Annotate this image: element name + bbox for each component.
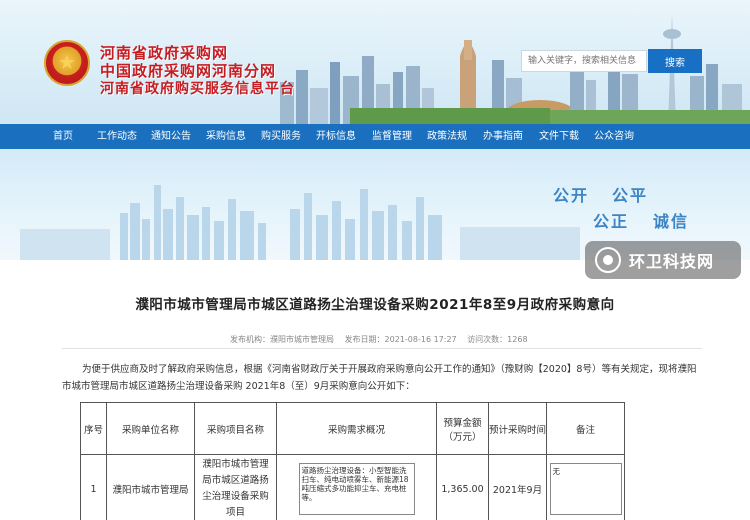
col-header-project: 采购项目名称 [194,402,277,455]
col-header-unit: 采购单位名称 [106,402,195,455]
col-header-note: 备注 [546,402,625,455]
table-row: 1 濮阳市城市管理局 濮阳市城市管理局市城区道路扬尘治理设备采购项目 道路扬尘治… [80,454,625,520]
watermark: 环卫科技网 [585,241,741,279]
watermark-text: 环卫科技网 [629,252,715,271]
col-header-requirement: 采购需求概况 [276,402,437,455]
slogan-justice: 公正 [593,212,630,231]
slogan-openness: 公开 [553,186,590,205]
table-header-row: 序号 采购单位名称 采购项目名称 采购需求概况 预算金额（万元） 预计采购时间 … [80,402,625,455]
cell-no: 1 [80,454,107,520]
nav-item-consultation[interactable]: 公众咨询 [594,124,634,149]
page-root: ★ 河南省政府采购网 中国政府采购网河南分网 河南省政府购买服务信息平台 搜索 … [0,0,750,520]
search-button[interactable]: 搜索 [648,49,702,73]
meta-views: 访问次数：1268 [467,335,528,344]
col-header-time: 预计采购时间 [488,402,547,455]
procurement-table: 序号 采购单位名称 采购项目名称 采购需求概况 预算金额（万元） 预计采购时间 … [80,402,625,520]
national-emblem-icon: ★ [44,40,90,86]
watermark-logo-icon [595,247,621,273]
article-meta: 发布机构：濮阳市城市管理局 发布日期：2021-08-16 17:27 访问次数… [230,334,536,345]
nav-item-work-news[interactable]: 工作动态 [97,124,137,149]
nav-item-purchase-services[interactable]: 购买服务 [261,124,301,149]
search-input[interactable] [521,50,647,72]
nav-item-policies[interactable]: 政策法规 [427,124,467,149]
cell-requirement: 道路扬尘治理设备：小型智能洗扫车、纯电动喷雾车、新能源18吨压缩式多功能抑尘车、… [276,454,437,520]
meta-date: 发布日期：2021-08-16 17:27 [344,335,457,344]
article-title: 濮阳市城市管理局市城区道路扬尘治理设备采购2021年8至9月政府采购意向 [135,297,615,313]
nav-item-downloads[interactable]: 文件下载 [539,124,579,149]
nav-item-notices[interactable]: 通知公告 [151,124,191,149]
article-paragraph: 为便于供应商及时了解政府采购信息，根据《河南省财政厅关于开展政府采购意向公开工作… [62,364,697,392]
slogan-fairness: 公平 [612,186,649,205]
col-header-budget: 预算金额（万元） [436,402,489,455]
meta-publisher: 发布机构：濮阳市城市管理局 [230,335,334,344]
article-content: 濮阳市城市管理局市城区道路扬尘治理设备采购2021年8至9月政府采购意向 发布机… [0,260,750,520]
nav-item-guide[interactable]: 办事指南 [483,124,523,149]
slogan-integrity: 诚信 [653,212,690,231]
nav-item-home[interactable]: 首页 [53,124,73,149]
nav-item-procurement-info[interactable]: 采购信息 [206,124,246,149]
cell-note: 无 [546,454,625,520]
cell-budget: 1,365.00 [436,454,489,520]
requirement-textbox: 道路扬尘治理设备：小型智能洗扫车、纯电动喷雾车、新能源18吨压缩式多功能抑尘车、… [298,463,415,515]
cell-project: 濮阳市城市管理局市城区道路扬尘治理设备采购项目 [194,454,277,520]
note-textbox: 无 [549,463,622,515]
cell-time: 2021年9月 [488,454,547,520]
site-header: ★ 河南省政府采购网 中国政府采购网河南分网 河南省政府购买服务信息平台 搜索 [0,0,750,124]
main-nav: 首页 工作动态 通知公告 采购信息 购买服务 开标信息 监督管理 政策法规 办事… [0,124,750,149]
meta-divider [62,348,702,349]
nav-item-supervision[interactable]: 监督管理 [372,124,412,149]
nav-item-bid-opening[interactable]: 开标信息 [316,124,356,149]
col-header-no: 序号 [80,402,107,455]
cell-unit: 濮阳市城市管理局 [106,454,195,520]
site-title-line3: 河南省政府购买服务信息平台 [100,81,295,97]
